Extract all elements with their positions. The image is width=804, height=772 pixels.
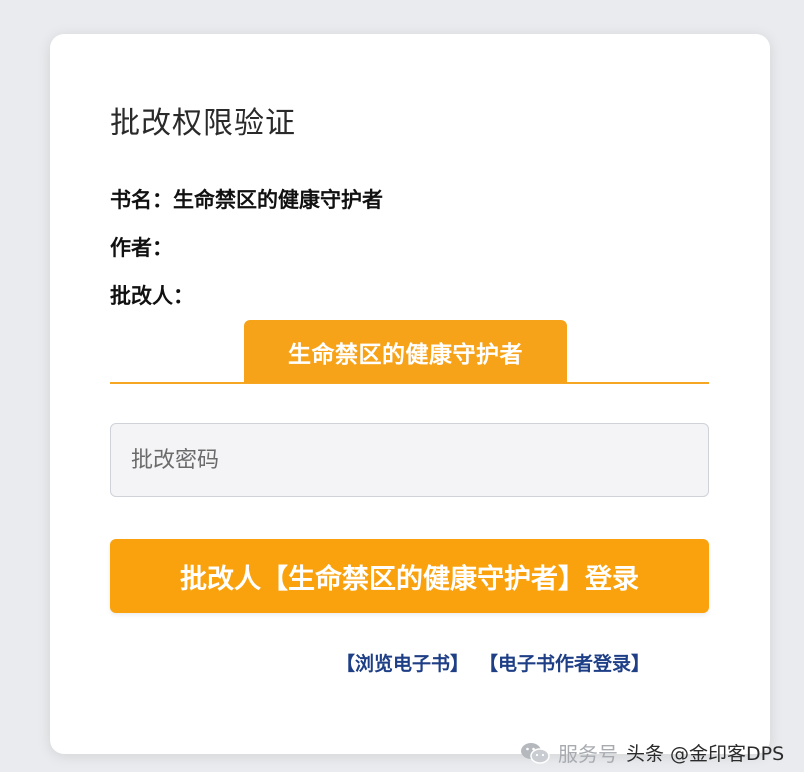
watermark-source: 服务号: [558, 742, 618, 766]
watermark: 服务号 头条 @金印客DPS: [520, 738, 784, 767]
browse-ebook-link[interactable]: 【浏览电子书】: [336, 649, 469, 676]
tab-book[interactable]: 生命禁区的健康守护者: [244, 320, 567, 383]
author-login-link[interactable]: 【电子书作者登录】: [479, 649, 650, 676]
book-name-label: 书名：生命禁区的健康守护者: [110, 188, 383, 212]
wechat-icon: [520, 741, 550, 765]
footer-links: 【浏览电子书】 【电子书作者登录】: [336, 649, 650, 676]
password-input[interactable]: [110, 423, 709, 497]
login-button[interactable]: 批改人【生命禁区的健康守护者】登录: [110, 539, 709, 613]
permission-card: 批改权限验证 书名：生命禁区的健康守护者 作者： 批改人： 生命禁区的健康守护者…: [50, 34, 770, 754]
author-label: 作者：: [110, 236, 173, 260]
reviewer-label: 批改人：: [110, 284, 194, 308]
tab-bar: 生命禁区的健康守护者: [110, 320, 709, 384]
watermark-credit: 头条 @金印客DPS: [626, 743, 785, 765]
page-title: 批改权限验证: [110, 106, 296, 141]
